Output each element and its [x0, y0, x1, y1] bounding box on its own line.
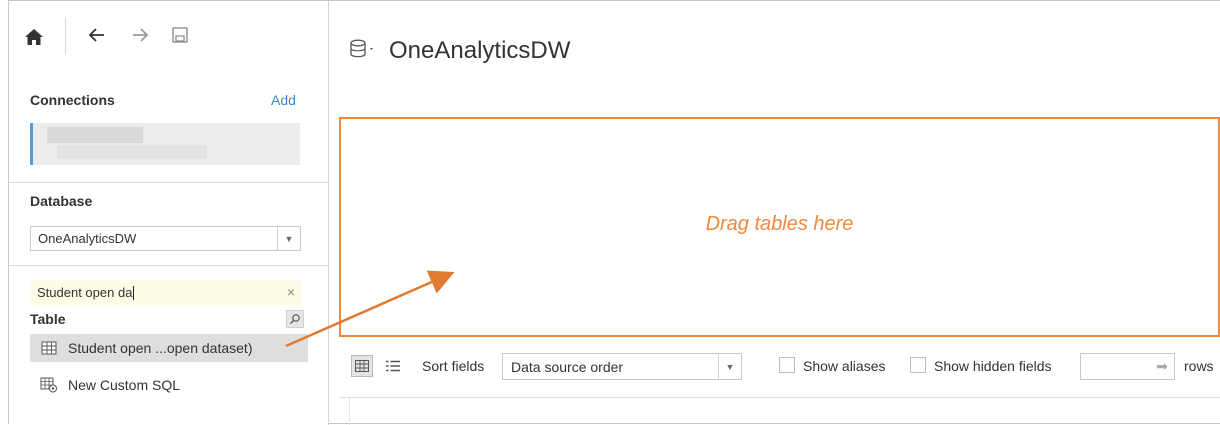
left-pane: Connections Add Database OneAnalyticsDW …	[9, 1, 329, 425]
table-grid-icon	[40, 340, 58, 356]
grid-view-icon[interactable]	[351, 355, 373, 377]
go-arrow-icon[interactable]: ➡	[1156, 358, 1168, 375]
list-view-icon[interactable]	[382, 355, 404, 377]
add-connection-link[interactable]: Add	[271, 92, 296, 108]
drop-hint-text: Drag tables here	[705, 212, 854, 235]
home-icon[interactable]	[23, 25, 45, 49]
table-title: Table	[30, 311, 66, 327]
table-list-item[interactable]: Student open ...open dataset)	[30, 334, 308, 362]
database-icon	[349, 38, 377, 65]
chevron-down-icon[interactable]: ▼	[277, 227, 300, 250]
show-aliases-checkbox[interactable]	[779, 357, 795, 373]
database-selected-value: OneAnalyticsDW	[38, 231, 137, 246]
table-list-item-label: Student open ...open dataset)	[68, 340, 253, 356]
table-search-value: Student open da	[37, 285, 133, 300]
text-caret	[133, 285, 135, 300]
connection-name-redacted	[47, 127, 143, 143]
divider	[9, 182, 328, 183]
connection-detail-redacted	[57, 145, 207, 159]
toolbar	[9, 1, 328, 71]
grid-column-divider	[349, 398, 350, 425]
connections-title: Connections	[30, 92, 115, 108]
custom-sql-icon	[40, 377, 58, 393]
table-drop-zone[interactable]: Drag tables here	[339, 117, 1220, 337]
new-custom-sql-item[interactable]: New Custom SQL	[30, 371, 308, 399]
show-hidden-fields-label: Show hidden fields	[934, 358, 1052, 374]
table-search-input[interactable]: Student open da ×	[30, 280, 301, 305]
show-hidden-fields-checkbox[interactable]	[910, 357, 926, 373]
divider	[9, 265, 328, 266]
toolbar-separator	[65, 17, 66, 55]
search-icon[interactable]	[286, 310, 304, 328]
sort-fields-value: Data source order	[511, 358, 624, 375]
datasource-title-row[interactable]: OneAnalyticsDW	[349, 31, 570, 71]
database-title: Database	[30, 193, 93, 209]
datasource-title[interactable]: OneAnalyticsDW	[389, 37, 570, 65]
rows-count-input[interactable]: ➡	[1080, 353, 1175, 380]
rows-label: rows	[1184, 358, 1214, 374]
show-aliases-label: Show aliases	[803, 358, 886, 374]
chevron-down-icon[interactable]: ▼	[718, 354, 741, 379]
sort-fields-select[interactable]: Data source order ▼	[502, 353, 742, 380]
app-window: Connections Add Database OneAnalyticsDW …	[8, 0, 1220, 425]
clear-search-icon[interactable]: ×	[287, 284, 295, 300]
save-icon[interactable]	[169, 23, 191, 47]
new-custom-sql-label: New Custom SQL	[68, 377, 181, 393]
connection-item[interactable]	[30, 123, 300, 165]
grid-divider	[339, 397, 1220, 398]
back-arrow-icon[interactable]	[86, 23, 108, 47]
sort-fields-label: Sort fields	[422, 358, 485, 374]
database-select[interactable]: OneAnalyticsDW ▼	[30, 226, 301, 251]
forward-arrow-icon[interactable]	[129, 23, 151, 47]
